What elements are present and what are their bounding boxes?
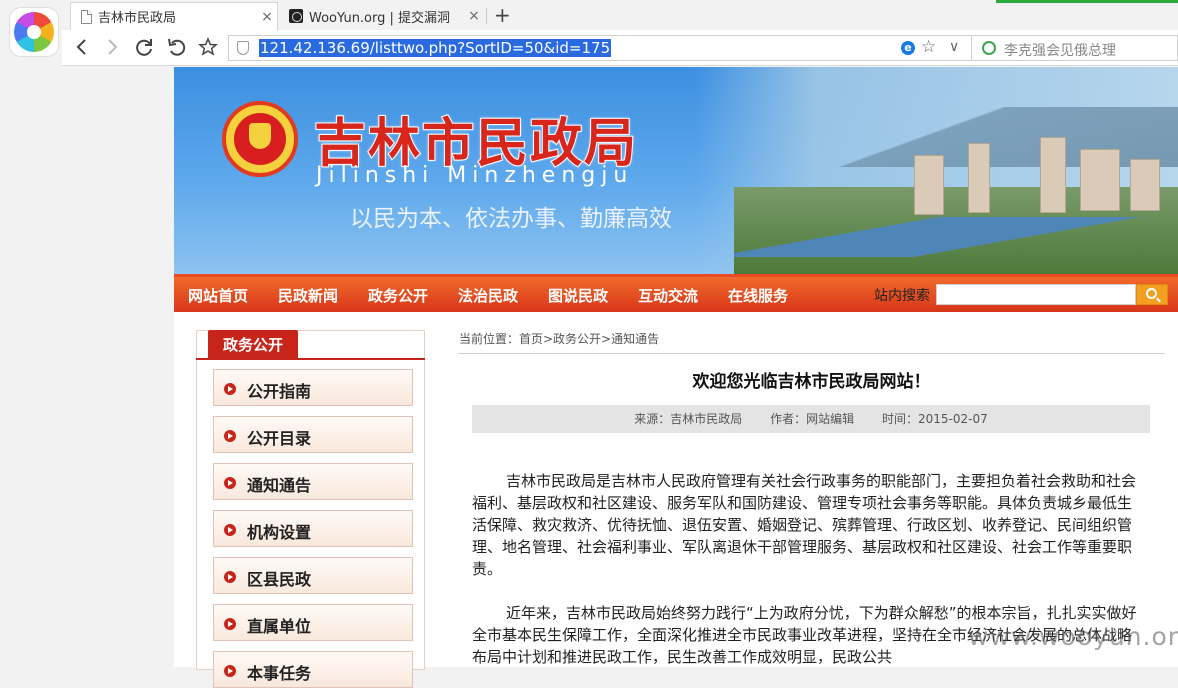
forward-icon[interactable] (100, 35, 124, 59)
building (914, 155, 944, 215)
browser-logo-icon[interactable] (9, 7, 59, 57)
sidebar-item-tasks[interactable]: 本事任务 (213, 651, 413, 688)
building (1130, 159, 1160, 211)
article-author: 作者：网站编辑 (770, 412, 855, 426)
menu-item-pictures[interactable]: 图说民政 (548, 285, 608, 306)
tab-separator (486, 8, 487, 24)
arrow-icon (224, 618, 236, 630)
wooyun-icon (289, 9, 303, 23)
site-search-label: 站内搜索 (874, 288, 930, 304)
sidebar-item-label: 本事任务 (247, 664, 312, 683)
close-icon[interactable]: × (257, 9, 277, 25)
sidebar-header: 政务公开 (196, 330, 425, 360)
back-icon[interactable] (70, 35, 94, 59)
sidebar-item-label: 公开目录 (247, 429, 312, 448)
site-banner: 吉林市民政局 Jilinshi Minzhengju 以民为本、依法办事、勤廉高… (174, 67, 1178, 274)
sidebar-item-label: 区县民政 (247, 570, 312, 589)
navigation-bar: 121.42.136.69/listtwo.php?SortID=50&id=1… (62, 30, 1178, 66)
building (1040, 137, 1066, 213)
divider (458, 353, 1165, 354)
article-title: 欢迎您光临吉林市民政局网站！ (692, 372, 931, 392)
menu-item-law[interactable]: 法治民政 (458, 285, 518, 306)
menu-item-news[interactable]: 民政新闻 (278, 285, 338, 306)
url-text[interactable]: 121.42.136.69/listtwo.php?SortID=50&id=1… (259, 39, 612, 57)
tab-label: WooYun.org | 提交漏洞 (309, 10, 451, 26)
site-slogan: 以民为本、依法办事、勤廉高效 (350, 206, 672, 232)
breadcrumb: 当前位置：首页>政务公开>通知通告 (459, 332, 660, 346)
sidebar-item-organization[interactable]: 机构设置 (213, 510, 413, 547)
civil-affairs-emblem-icon (222, 101, 298, 177)
menu-item-public-affairs[interactable]: 政务公开 (368, 285, 428, 306)
page-icon (81, 9, 92, 24)
bookmark-star-icon[interactable]: ☆ (921, 37, 936, 57)
arrow-icon (224, 383, 236, 395)
main-menu: 网站首页 民政新闻 政务公开 法治民政 图说民政 互动交流 在线服务 站内搜索 (174, 274, 1178, 312)
site-search-input[interactable] (936, 284, 1136, 305)
building (968, 143, 990, 213)
building (1080, 149, 1120, 211)
browser-search-box[interactable]: 李克强会见俄总理 (972, 35, 1178, 61)
search-input[interactable]: 李克强会见俄总理 (1004, 40, 1116, 60)
new-tab-button[interactable]: + (494, 3, 511, 27)
arrow-icon (224, 477, 236, 489)
tab-label: 吉林市民政局 (98, 11, 177, 26)
article-paragraph: 吉林市民政局是吉林市人民政府管理有关社会行政事务的职能部门，主要担负着社会救助和… (472, 472, 1137, 578)
arrow-icon (224, 430, 236, 442)
sidebar-title: 政务公开 (208, 330, 298, 360)
menu-item-home[interactable]: 网站首页 (188, 285, 248, 306)
article-source: 来源：吉林市民政局 (634, 412, 743, 426)
arrow-icon (224, 524, 236, 536)
sidebar-item-districts[interactable]: 区县民政 (213, 557, 413, 594)
magnifier-icon (1146, 288, 1157, 299)
refresh-icon[interactable] (132, 35, 156, 59)
sidebar-item-guide[interactable]: 公开指南 (213, 369, 413, 406)
sidebar-item-affiliates[interactable]: 直属单位 (213, 604, 413, 641)
tab-minzhengju[interactable]: 吉林市民政局 × (70, 2, 278, 30)
close-icon[interactable]: × (464, 8, 484, 24)
site-pinyin: Jilinshi Minzhengju (316, 163, 634, 188)
search-icon (982, 41, 996, 55)
watermark: www.wooyun.org (968, 622, 1178, 651)
menu-item-online-service[interactable]: 在线服务 (728, 285, 788, 306)
sidebar-item-label: 直属单位 (247, 617, 312, 636)
sidebar: 政务公开 公开指南 公开目录 通知通告 机构设置 区县民政 直属单位 本事任务 (196, 330, 425, 688)
undo-icon[interactable] (164, 35, 188, 59)
menu-item-interaction[interactable]: 互动交流 (638, 285, 698, 306)
web-page: 吉林市民政局 Jilinshi Minzhengju 以民为本、依法办事、勤廉高… (174, 67, 1178, 688)
sidebar-item-label: 公开指南 (247, 382, 312, 401)
star-icon[interactable] (196, 35, 220, 59)
site-search-button[interactable] (1136, 284, 1168, 305)
address-bar[interactable]: 121.42.136.69/listtwo.php?SortID=50&id=1… (228, 35, 972, 61)
sidebar-item-notices[interactable]: 通知通告 (213, 463, 413, 500)
dropdown-icon[interactable]: ∨ (949, 39, 959, 55)
river-shape (734, 217, 1178, 257)
sidebar-item-catalog[interactable]: 公开目录 (213, 416, 413, 453)
shield-icon[interactable] (237, 41, 249, 55)
arrow-icon (224, 571, 236, 583)
article-meta: 来源：吉林市民政局 作者：网站编辑 时间：2015-02-07 (472, 405, 1150, 433)
ie-icon[interactable]: e (901, 41, 915, 55)
progress-line (996, 0, 1178, 3)
article-time: 时间：2015-02-07 (881, 412, 988, 426)
tab-bar: 吉林市民政局 × WooYun.org | 提交漏洞 × + (0, 0, 1178, 30)
sidebar-item-label: 通知通告 (247, 476, 312, 495)
tab-wooyun[interactable]: WooYun.org | 提交漏洞 × (279, 2, 484, 30)
sidebar-item-label: 机构设置 (247, 523, 312, 542)
